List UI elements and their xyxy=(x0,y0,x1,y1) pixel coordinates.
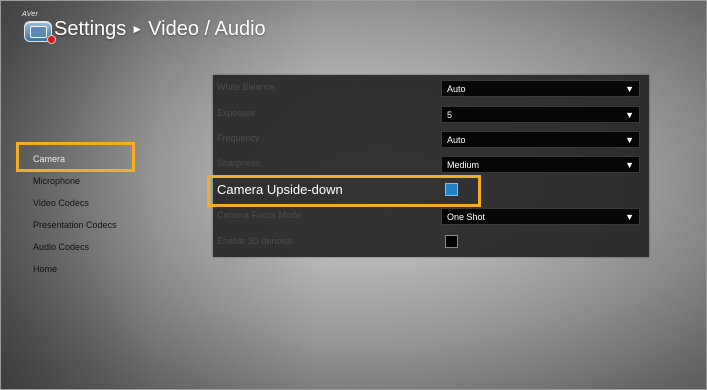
breadcrumb-arrow-icon: ► xyxy=(131,22,144,36)
sidebar-item-presentation-codecs[interactable]: Presentation Codecs xyxy=(33,218,143,240)
white-balance-value: Auto xyxy=(447,84,466,94)
aver-vc-logo-icon xyxy=(24,21,56,44)
triangle-down-icon: ▼ xyxy=(625,212,634,222)
breadcrumb-video-audio: Video / Audio xyxy=(148,18,266,40)
logo-screen-shape xyxy=(30,26,47,38)
white-balance-dropdown[interactable]: Auto ▼ xyxy=(441,80,640,97)
video-audio-settings-screen: AVer Settings ► Video / Audio Camera Micro… xyxy=(0,0,707,390)
breadcrumb: Settings ► Video / Audio xyxy=(54,18,266,41)
frequency-value: Auto xyxy=(447,135,466,145)
camera-focus-mode-dropdown[interactable]: One Shot ▼ xyxy=(441,208,640,225)
enable-3d-denoise-checkbox[interactable] xyxy=(445,235,458,248)
white-balance-label: White Balance xyxy=(217,82,276,92)
enable-3d-denoise-row: Enable 3D denoise xyxy=(213,230,649,255)
exposure-row: Exposure 5 ▼ xyxy=(213,102,649,127)
exposure-value: 5 xyxy=(447,110,453,120)
sidebar-item-microphone[interactable]: Microphone xyxy=(33,174,143,196)
camera-upside-down-highlight xyxy=(207,175,481,207)
triangle-down-icon: ▼ xyxy=(625,110,634,120)
camera-focus-mode-value: One Shot xyxy=(447,212,486,222)
triangle-down-icon: ▼ xyxy=(625,84,634,94)
triangle-down-icon: ▼ xyxy=(625,135,634,145)
frequency-row: Frequency Auto ▼ xyxy=(213,127,649,152)
white-balance-row: White Balance Auto ▼ xyxy=(213,76,649,101)
sidebar-item-audio-codecs[interactable]: Audio Codecs xyxy=(33,240,143,262)
breadcrumb-settings[interactable]: Settings xyxy=(54,18,126,40)
camera-settings-panel: White Balance Auto ▼ Exposure 5 ▼ Freque… xyxy=(213,75,649,257)
frequency-label: Frequency xyxy=(217,133,260,143)
sharpness-label: Sharpness xyxy=(217,158,261,168)
enable-3d-denoise-label: Enable 3D denoise xyxy=(217,236,294,246)
camera-focus-mode-row: Camera Focus Mode One Shot ▼ xyxy=(213,204,649,229)
sidebar-item-video-codecs[interactable]: Video Codecs xyxy=(33,196,143,218)
sharpness-dropdown[interactable]: Medium ▼ xyxy=(441,156,640,173)
frequency-dropdown[interactable]: Auto ▼ xyxy=(441,131,640,148)
sidebar-item-camera[interactable]: Camera xyxy=(33,152,143,174)
triangle-down-icon: ▼ xyxy=(625,160,634,170)
settings-sidebar: Camera Microphone Video Codecs Presentat… xyxy=(33,152,143,284)
sharpness-value: Medium xyxy=(447,160,480,170)
exposure-label: Exposure xyxy=(217,108,256,118)
brand-label: AVer xyxy=(22,11,39,18)
sidebar-item-home[interactable]: Home xyxy=(33,262,143,284)
sharpness-row: Sharpness Medium ▼ xyxy=(213,152,649,177)
camera-focus-mode-label: Camera Focus Mode xyxy=(217,210,302,220)
exposure-dropdown[interactable]: 5 ▼ xyxy=(441,106,640,123)
